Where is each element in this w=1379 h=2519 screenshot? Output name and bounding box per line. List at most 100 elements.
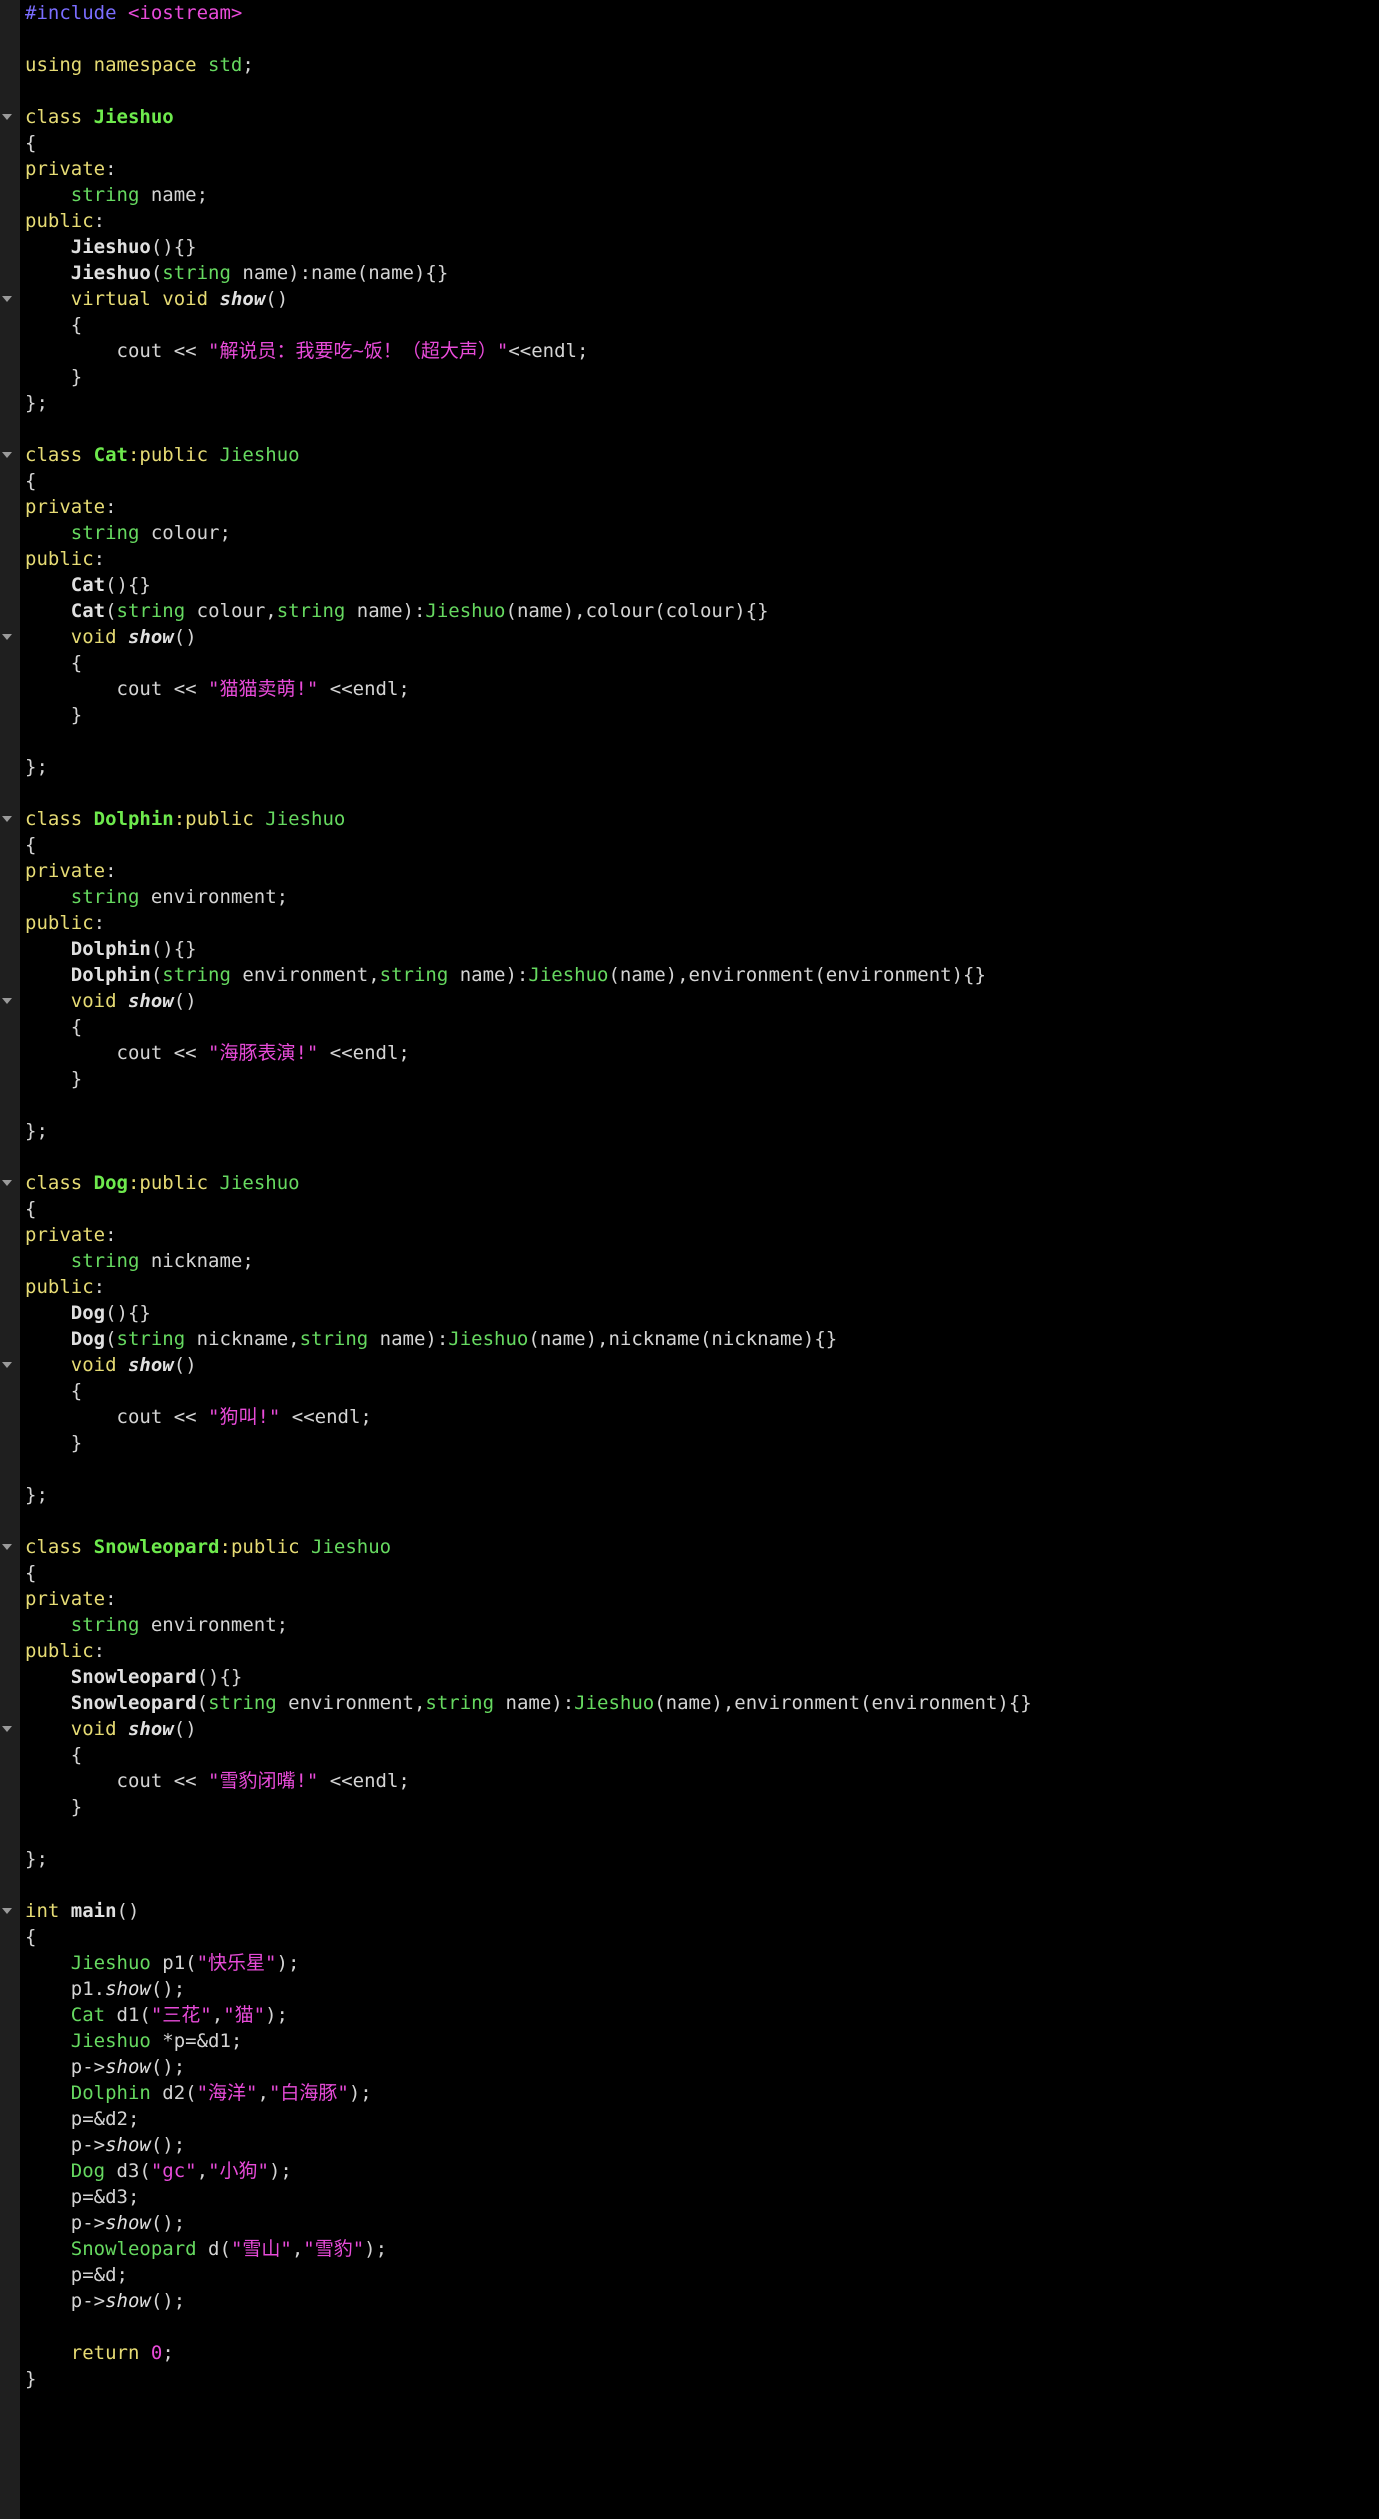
code-line[interactable]: cout << "海豚表演!" <<endl; bbox=[0, 1040, 1379, 1066]
code-line[interactable]: cout << "狗叫!" <<endl; bbox=[0, 1404, 1379, 1430]
code-line[interactable]: }; bbox=[0, 1118, 1379, 1144]
code-line[interactable]: p->show(); bbox=[0, 2210, 1379, 2236]
code-line[interactable]: class Snowleopard:public Jieshuo bbox=[0, 1534, 1379, 1560]
code-line[interactable]: Dog(string nickname,string name):Jieshuo… bbox=[0, 1326, 1379, 1352]
code-line[interactable]: class Dog:public Jieshuo bbox=[0, 1170, 1379, 1196]
code-line[interactable] bbox=[0, 1872, 1379, 1898]
code-line[interactable]: public: bbox=[0, 1274, 1379, 1300]
fold-arrow-icon[interactable] bbox=[2, 452, 12, 458]
code-line[interactable]: #include <iostream> bbox=[0, 0, 1379, 26]
code-line[interactable]: Dolphin(){} bbox=[0, 936, 1379, 962]
code-line[interactable]: Cat d1("三花","猫"); bbox=[0, 2002, 1379, 2028]
code-line[interactable] bbox=[0, 2314, 1379, 2340]
code-line[interactable]: { bbox=[0, 1560, 1379, 1586]
code-line[interactable]: using namespace std; bbox=[0, 52, 1379, 78]
code-line[interactable]: Cat(string colour,string name):Jieshuo(n… bbox=[0, 598, 1379, 624]
code-line[interactable]: p->show(); bbox=[0, 2132, 1379, 2158]
code-line[interactable]: { bbox=[0, 468, 1379, 494]
fold-arrow-icon[interactable] bbox=[2, 816, 12, 822]
code-line[interactable]: virtual void show() bbox=[0, 286, 1379, 312]
code-line[interactable]: public: bbox=[0, 1638, 1379, 1664]
code-line[interactable]: { bbox=[0, 130, 1379, 156]
code-line[interactable]: void show() bbox=[0, 1352, 1379, 1378]
code-line[interactable]: void show() bbox=[0, 1716, 1379, 1742]
code-line[interactable] bbox=[0, 728, 1379, 754]
fold-arrow-icon[interactable] bbox=[2, 114, 12, 120]
fold-arrow-icon[interactable] bbox=[2, 1908, 12, 1914]
code-line[interactable]: { bbox=[0, 650, 1379, 676]
code-line[interactable]: Dog(){} bbox=[0, 1300, 1379, 1326]
code-line[interactable]: }; bbox=[0, 390, 1379, 416]
code-line[interactable]: p=&d3; bbox=[0, 2184, 1379, 2210]
code-line[interactable] bbox=[0, 416, 1379, 442]
code-line[interactable]: }; bbox=[0, 1846, 1379, 1872]
code-line[interactable]: Jieshuo(string name):name(name){} bbox=[0, 260, 1379, 286]
code-line[interactable] bbox=[0, 1508, 1379, 1534]
code-line[interactable]: } bbox=[0, 1794, 1379, 1820]
code-line[interactable]: { bbox=[0, 1378, 1379, 1404]
code-line[interactable]: Dog d3("gc","小狗"); bbox=[0, 2158, 1379, 2184]
code-line[interactable]: private: bbox=[0, 1586, 1379, 1612]
code-editor[interactable]: #include <iostream> using namespace std; c… bbox=[0, 0, 1379, 2519]
code-line[interactable]: private: bbox=[0, 858, 1379, 884]
fold-arrow-icon[interactable] bbox=[2, 634, 12, 640]
code-line[interactable] bbox=[0, 1092, 1379, 1118]
code-line[interactable]: void show() bbox=[0, 624, 1379, 650]
fold-arrow-icon[interactable] bbox=[2, 1362, 12, 1368]
code-line[interactable] bbox=[0, 26, 1379, 52]
code-line[interactable]: public: bbox=[0, 910, 1379, 936]
code-line[interactable]: public: bbox=[0, 208, 1379, 234]
code-line[interactable]: }; bbox=[0, 1482, 1379, 1508]
code-line[interactable]: { bbox=[0, 1742, 1379, 1768]
code-line[interactable]: Jieshuo p1("快乐星"); bbox=[0, 1950, 1379, 1976]
code-line[interactable]: p->show(); bbox=[0, 2054, 1379, 2080]
code-line[interactable]: p=&d2; bbox=[0, 2106, 1379, 2132]
code-line[interactable]: private: bbox=[0, 1222, 1379, 1248]
code-line[interactable]: Snowleopard(string environment,string na… bbox=[0, 1690, 1379, 1716]
code-line[interactable] bbox=[0, 1144, 1379, 1170]
code-line[interactable]: Jieshuo(){} bbox=[0, 234, 1379, 260]
code-line[interactable]: { bbox=[0, 312, 1379, 338]
code-line[interactable]: Snowleopard(){} bbox=[0, 1664, 1379, 1690]
code-line[interactable]: p=&d; bbox=[0, 2262, 1379, 2288]
code-line[interactable]: Cat(){} bbox=[0, 572, 1379, 598]
code-line[interactable]: { bbox=[0, 1924, 1379, 1950]
code-line[interactable]: public: bbox=[0, 546, 1379, 572]
code-line[interactable]: { bbox=[0, 1014, 1379, 1040]
code-line[interactable]: Jieshuo *p=&d1; bbox=[0, 2028, 1379, 2054]
code-line[interactable]: private: bbox=[0, 156, 1379, 182]
code-line[interactable]: cout << "猫猫卖萌!" <<endl; bbox=[0, 676, 1379, 702]
code-line[interactable]: cout << "雪豹闭嘴!" <<endl; bbox=[0, 1768, 1379, 1794]
code-line[interactable]: } bbox=[0, 1430, 1379, 1456]
fold-arrow-icon[interactable] bbox=[2, 1180, 12, 1186]
fold-arrow-icon[interactable] bbox=[2, 1726, 12, 1732]
code-line[interactable]: class Jieshuo bbox=[0, 104, 1379, 130]
code-line[interactable]: } bbox=[0, 2366, 1379, 2392]
code-line[interactable]: } bbox=[0, 364, 1379, 390]
code-line[interactable]: Dolphin d2("海洋","白海豚"); bbox=[0, 2080, 1379, 2106]
code-line[interactable]: } bbox=[0, 1066, 1379, 1092]
code-area[interactable]: #include <iostream> using namespace std; c… bbox=[0, 0, 1379, 2392]
code-line[interactable]: string colour; bbox=[0, 520, 1379, 546]
code-line[interactable]: string name; bbox=[0, 182, 1379, 208]
code-line[interactable] bbox=[0, 1820, 1379, 1846]
code-line[interactable]: p->show(); bbox=[0, 2288, 1379, 2314]
code-line[interactable]: p1.show(); bbox=[0, 1976, 1379, 2002]
code-line[interactable] bbox=[0, 1456, 1379, 1482]
code-line[interactable] bbox=[0, 78, 1379, 104]
code-line[interactable]: Dolphin(string environment,string name):… bbox=[0, 962, 1379, 988]
code-line[interactable]: Snowleopard d("雪山","雪豹"); bbox=[0, 2236, 1379, 2262]
code-line[interactable]: }; bbox=[0, 754, 1379, 780]
code-line[interactable]: string environment; bbox=[0, 1612, 1379, 1638]
code-line[interactable]: cout << "解说员：我要吃~饭！（超大声）"<<endl; bbox=[0, 338, 1379, 364]
code-line[interactable]: int main() bbox=[0, 1898, 1379, 1924]
code-line[interactable]: return 0; bbox=[0, 2340, 1379, 2366]
code-line[interactable]: class Dolphin:public Jieshuo bbox=[0, 806, 1379, 832]
code-line[interactable]: string nickname; bbox=[0, 1248, 1379, 1274]
code-line[interactable]: string environment; bbox=[0, 884, 1379, 910]
code-line[interactable] bbox=[0, 780, 1379, 806]
code-line[interactable]: } bbox=[0, 702, 1379, 728]
code-line[interactable]: private: bbox=[0, 494, 1379, 520]
fold-arrow-icon[interactable] bbox=[2, 296, 12, 302]
code-line[interactable]: void show() bbox=[0, 988, 1379, 1014]
